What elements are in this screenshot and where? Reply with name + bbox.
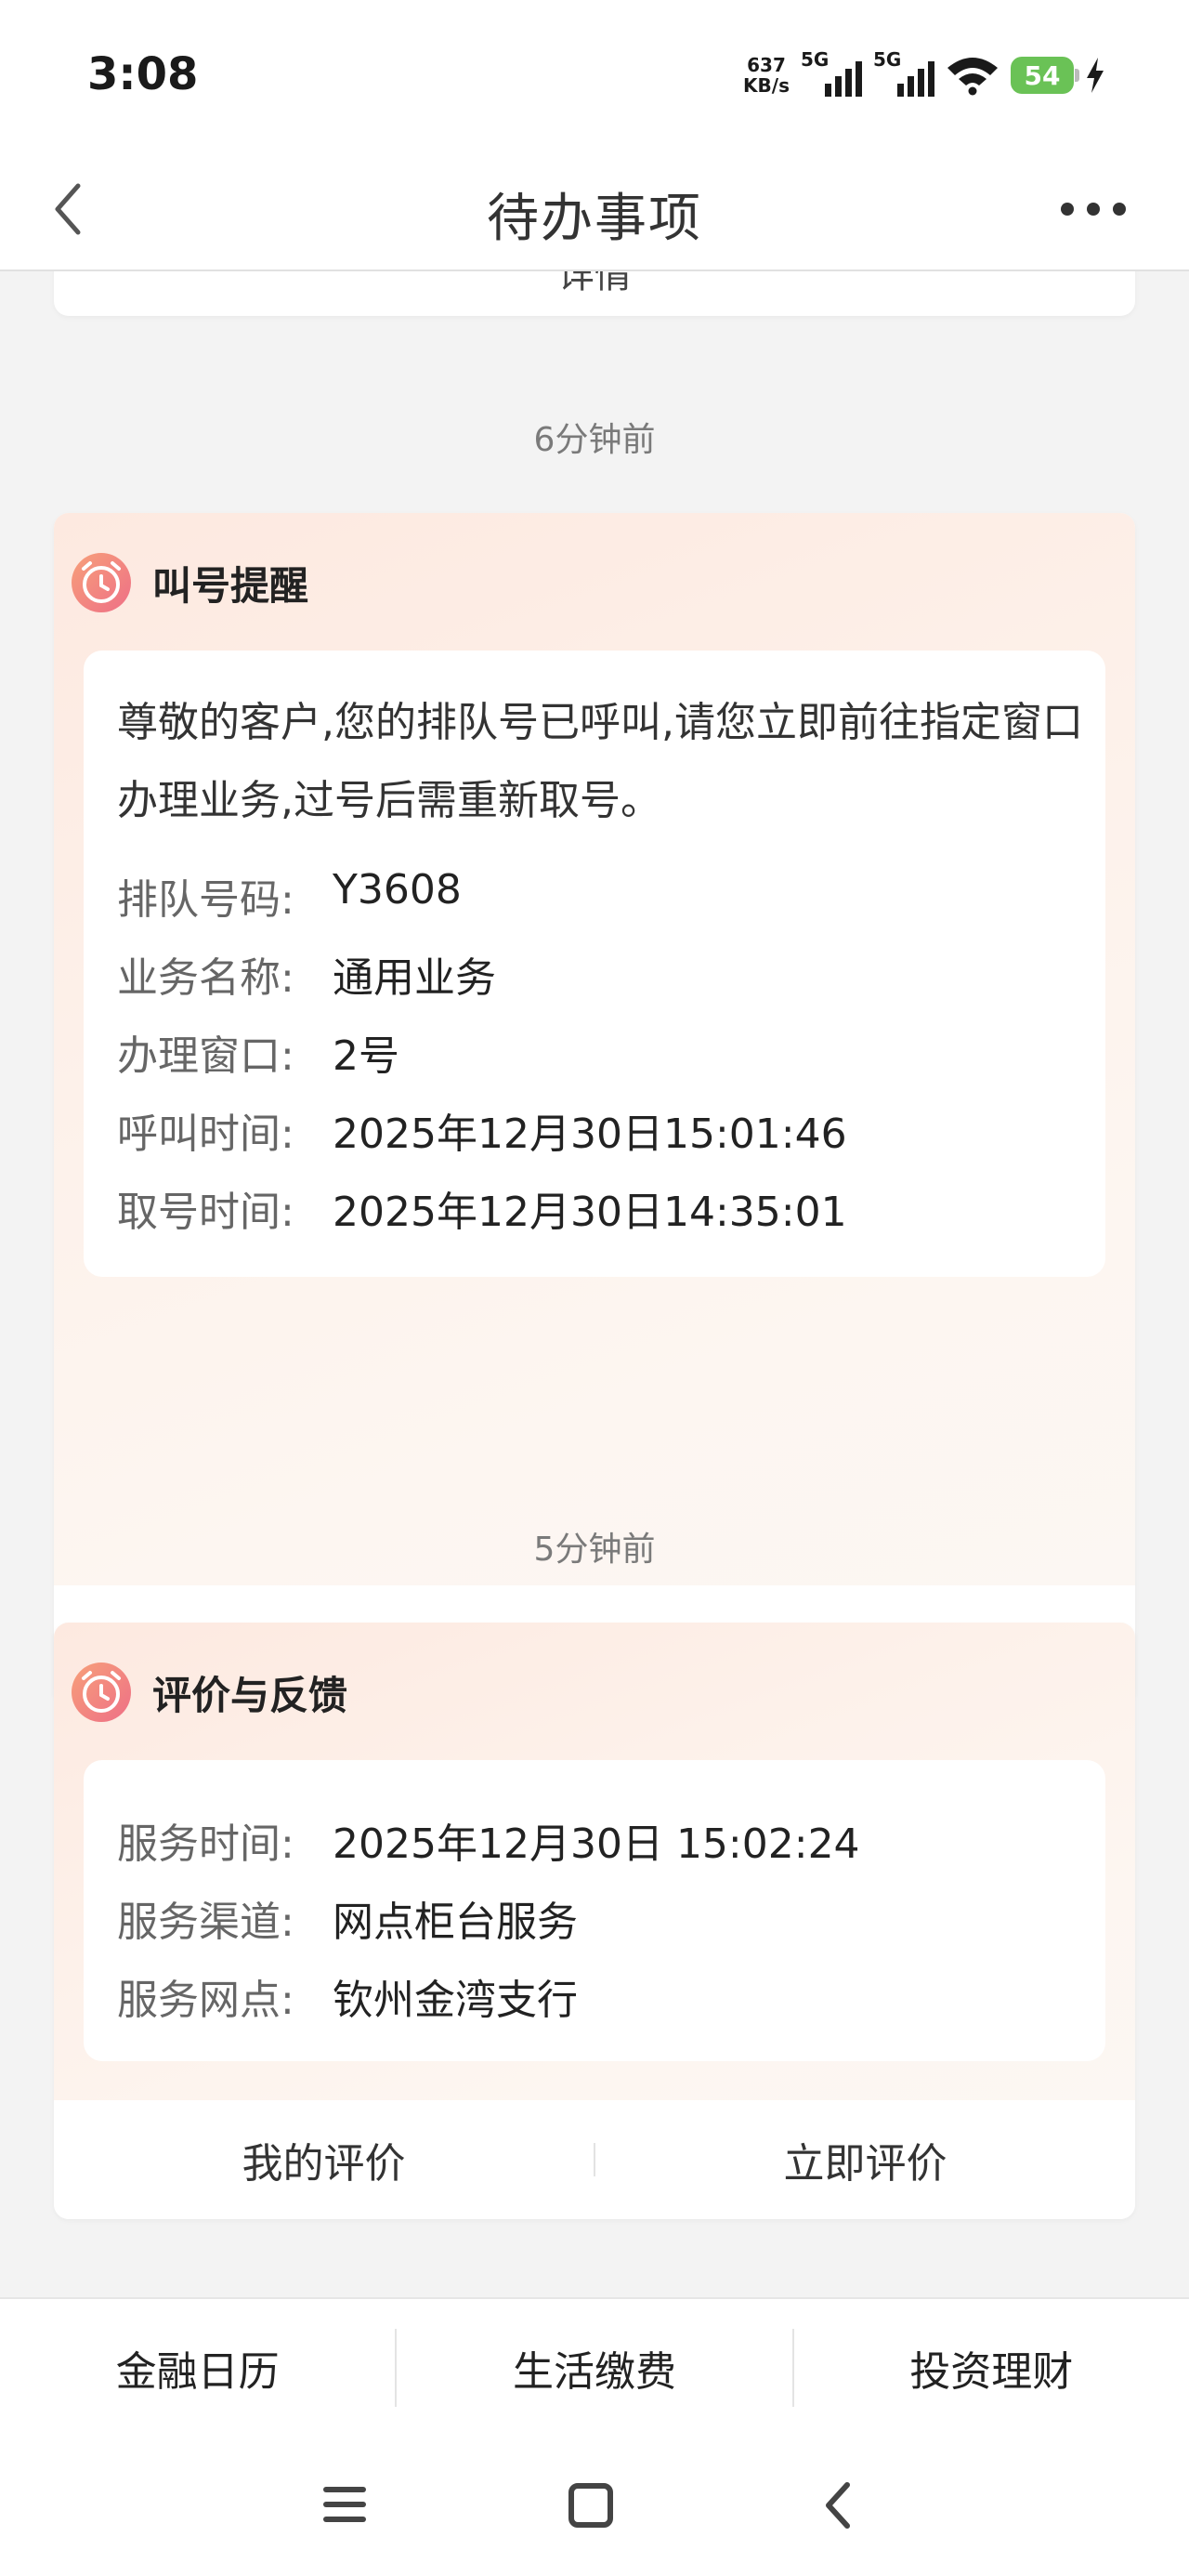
field-label: 业务名称:	[117, 954, 294, 1002]
business-name-value: 通用业务	[333, 954, 496, 1002]
status-bar: 3:08 637 KB/s 5G 5G 54	[0, 0, 1189, 149]
bottom-tab-bar: 金融日历 生活缴费 投资理财	[0, 2297, 1189, 2437]
service-window-value: 2号	[333, 1032, 399, 1080]
system-navigation-bar	[0, 2437, 1189, 2576]
message-list[interactable]: 详情 6分钟前 叫号提醒 尊敬的客户,您的排队号已呼叫,请您立即前往指定窗口办理…	[0, 271, 1189, 2297]
review-now-button[interactable]: 立即评价	[784, 2130, 947, 2189]
field-label: 取号时间:	[117, 1189, 294, 1236]
field-label: 排队号码:	[117, 876, 294, 924]
service-branch-value: 钦州金湾支行	[333, 1977, 578, 2024]
alarm-clock-icon	[72, 553, 131, 612]
field-row: 取号时间: 2025年12月30日14:35:01	[117, 1178, 847, 1238]
previous-message-card: 详情	[54, 271, 1135, 316]
card-title: 评价与反馈	[152, 1672, 348, 1718]
status-icons: 637 KB/s 5G 5G 54	[743, 48, 1105, 97]
ticket-time-value: 2025年12月30日14:35:01	[333, 1189, 847, 1236]
card-footer: 我的评价 立即评价	[54, 2100, 1135, 2219]
service-channel-value: 网点柜台服务	[333, 1899, 578, 1946]
tab-utility-payment[interactable]: 生活缴费	[397, 2338, 791, 2398]
field-label: 服务时间:	[117, 1820, 294, 1868]
field-label: 服务渠道:	[117, 1899, 294, 1946]
message-text: 尊敬的客户,您的排队号已呼叫,请您立即前往指定窗口办理业务,过号后需重新取号。	[117, 699, 1083, 824]
system-back-icon[interactable]	[819, 2477, 856, 2533]
signal-icon: 5G	[801, 48, 862, 97]
queue-number-value: Y3608	[333, 866, 462, 913]
card-body: 评价与反馈 服务时间: 2025年12月30日 15:02:24 服务渠道: 网…	[54, 1623, 1135, 2100]
field-row: 服务网点: 钦州金湾支行	[117, 1966, 578, 2026]
battery-icon: 54	[1011, 57, 1079, 94]
card-title: 叫号提醒	[152, 562, 309, 609]
network-speed-unit: KB/s	[743, 74, 790, 97]
feedback-card: 评价与反馈 服务时间: 2025年12月30日 15:02:24 服务渠道: 网…	[54, 1623, 1135, 2219]
network-speed: 637 KB/s	[743, 55, 790, 96]
wifi-icon	[947, 58, 998, 96]
field-row: 排队号码: Y3608	[117, 866, 462, 926]
field-row: 办理窗口: 2号	[117, 1022, 399, 1082]
todo-page: 3:08 637 KB/s 5G 5G 54 待办事项 详情 6分钟前 叫号提醒…	[0, 0, 1189, 2576]
feedback-content: 服务时间: 2025年12月30日 15:02:24 服务渠道: 网点柜台服务 …	[84, 1760, 1105, 2061]
message-content: 尊敬的客户,您的排队号已呼叫,请您立即前往指定窗口办理业务,过号后需重新取号。 …	[84, 651, 1105, 1277]
detail-button[interactable]: 详情	[557, 271, 632, 303]
card-body: 叫号提醒 尊敬的客户,您的排队号已呼叫,请您立即前往指定窗口办理业务,过号后需重…	[54, 513, 1135, 1585]
more-dots-icon[interactable]	[1061, 203, 1126, 216]
network-speed-value: 637	[747, 54, 786, 76]
call-time-value: 2025年12月30日15:01:46	[333, 1111, 847, 1158]
field-row: 呼叫时间: 2025年12月30日15:01:46	[117, 1100, 847, 1160]
tab-financial-calendar[interactable]: 金融日历	[0, 2338, 395, 2398]
field-row: 服务时间: 2025年12月30日 15:02:24	[117, 1810, 860, 1870]
field-label: 服务网点:	[117, 1977, 294, 2024]
menu-icon[interactable]	[323, 2485, 366, 2524]
page-title: 待办事项	[487, 189, 702, 249]
alarm-clock-icon	[72, 1663, 131, 1722]
charging-bolt-icon	[1087, 58, 1104, 93]
field-row: 业务名称: 通用业务	[117, 944, 496, 1004]
message-timestamp: 6分钟前	[533, 421, 656, 459]
tab-investment[interactable]: 投资理财	[794, 2338, 1189, 2398]
field-row: 服务渠道: 网点柜台服务	[117, 1888, 578, 1948]
status-time: 3:08	[87, 48, 199, 100]
card-header: 叫号提醒	[71, 552, 308, 613]
service-time-value: 2025年12月30日 15:02:24	[333, 1820, 860, 1868]
card-header: 评价与反馈	[71, 1662, 347, 1723]
field-label: 呼叫时间:	[117, 1111, 294, 1158]
signal-icon: 5G	[873, 48, 934, 97]
my-review-button[interactable]: 我的评价	[242, 2130, 406, 2189]
message-timestamp: 5分钟前	[533, 1531, 656, 1569]
navigation-bar: 待办事项	[0, 149, 1189, 271]
home-square-icon[interactable]	[568, 2483, 613, 2528]
field-label: 办理窗口:	[117, 1032, 294, 1080]
